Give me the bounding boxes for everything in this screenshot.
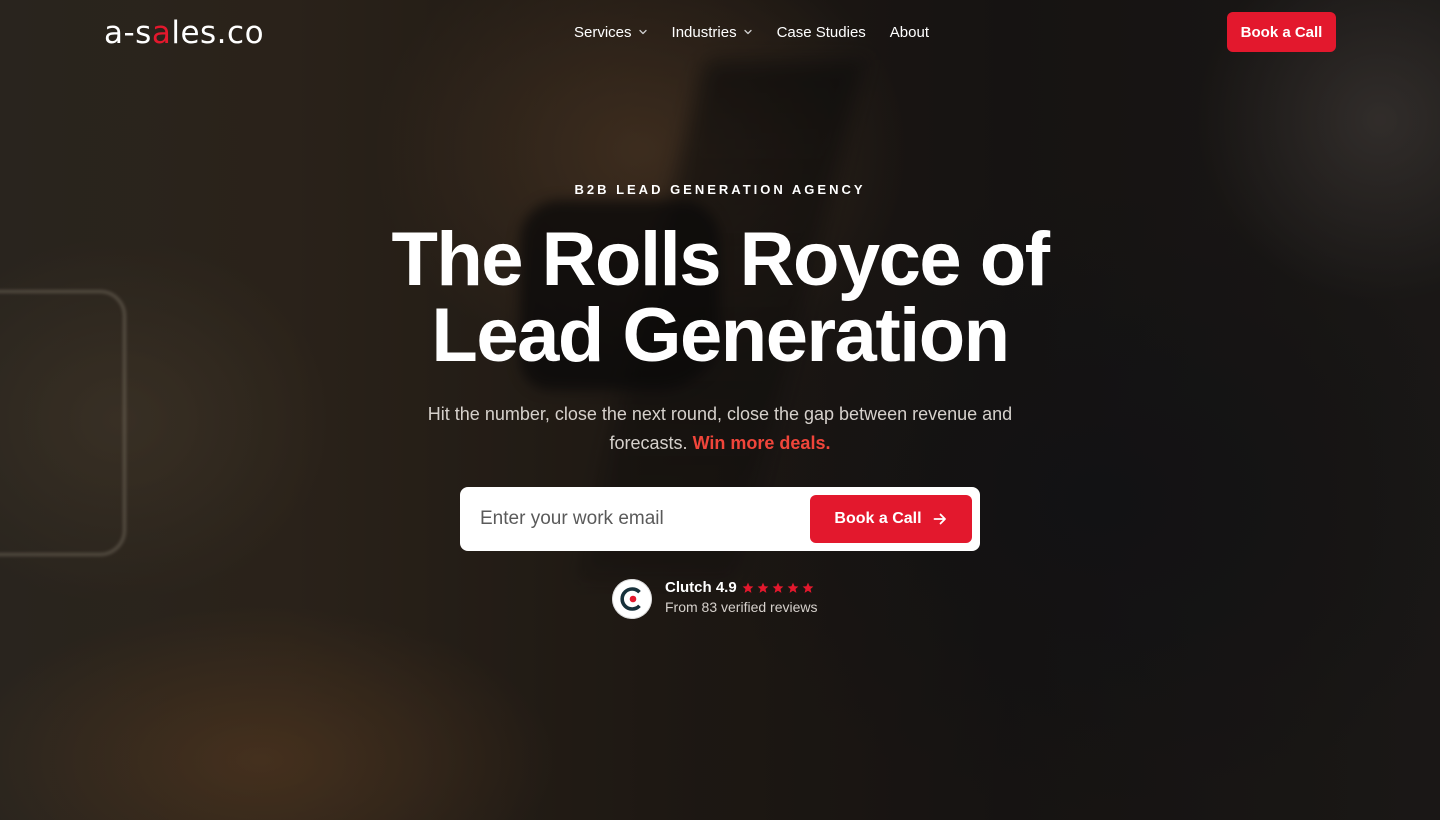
nav-item-label: Industries <box>671 23 737 41</box>
nav-item-label: Case Studies <box>776 23 866 41</box>
clutch-rating[interactable]: Clutch 4.9 From 83 verified reviews <box>612 578 872 620</box>
chevron-down-icon <box>743 29 752 35</box>
hero-eyebrow: B2B LEAD GENERATION AGENCY <box>574 182 866 197</box>
star-icon <box>742 582 754 593</box>
rating-stars <box>742 582 817 594</box>
clutch-score: Clutch 4.9 <box>665 579 737 597</box>
landing-page: a-sales.co Services Industries Case Stud… <box>0 0 1440 820</box>
clutch-logo-icon <box>612 579 652 619</box>
site-header: a-sales.co Services Industries Case Stud… <box>0 0 1440 64</box>
rating-source: Clutch <box>665 579 712 596</box>
star-icon <box>757 582 769 593</box>
main-nav: Services Industries Case Studies About <box>574 20 929 44</box>
star-icon <box>802 582 814 593</box>
work-email-input[interactable] <box>480 497 800 541</box>
header-book-call-button[interactable]: Book a Call <box>1227 12 1336 52</box>
hero-title-line-2: Lead Generation <box>431 293 1010 378</box>
form-book-call-button[interactable]: Book a Call <box>810 495 972 543</box>
nav-item-label: About <box>889 23 929 41</box>
logo-accent-letter: a <box>151 15 172 51</box>
hero-subtitle-highlight: Win more deals. <box>692 433 831 453</box>
nav-item-label: Services <box>574 23 632 41</box>
rating-reviews-count: From 83 verified reviews <box>665 599 818 615</box>
form-book-call-label: Book a Call <box>834 510 922 527</box>
site-logo[interactable]: a-sales.co <box>104 14 264 52</box>
rating-score: 4.9 <box>715 579 737 596</box>
logo-text-end: les.co <box>171 15 265 51</box>
star-icon <box>787 582 799 593</box>
hero-title-line-1: The Rolls Royce of <box>391 217 1050 302</box>
nav-item-about[interactable]: About <box>890 24 929 41</box>
arrow-right-icon <box>933 513 946 525</box>
hero-title: The Rolls Royce of Lead Generation <box>320 222 1120 374</box>
star-icon <box>772 582 784 593</box>
nav-item-industries[interactable]: Industries <box>672 24 753 41</box>
logo-text-start: a-s <box>104 15 152 51</box>
nav-item-services[interactable]: Services <box>574 24 648 41</box>
nav-item-case-studies[interactable]: Case Studies <box>777 24 866 41</box>
email-signup-form: Book a Call <box>460 487 980 551</box>
chevron-down-icon <box>638 29 647 35</box>
hero-subtitle: Hit the number, close the next round, cl… <box>390 400 1050 458</box>
